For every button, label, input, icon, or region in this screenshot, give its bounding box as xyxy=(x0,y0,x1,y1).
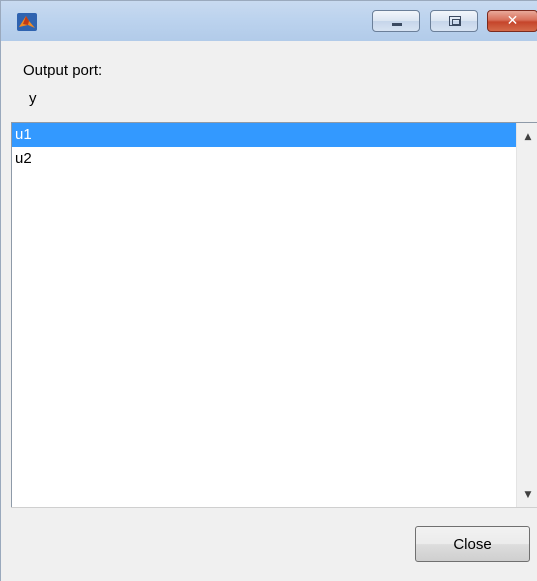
maximize-icon xyxy=(449,16,461,26)
list-item-u1[interactable]: u1 xyxy=(12,123,516,147)
maximize-button[interactable] xyxy=(430,10,478,32)
scroll-down-arrow-icon[interactable]: ▼ xyxy=(517,485,537,505)
output-port-value: y xyxy=(29,90,37,107)
dialog-window: ✕ Output port: y u1 u2 ▲ ▼ Close xyxy=(0,0,537,581)
close-window-button[interactable]: ✕ xyxy=(487,10,537,32)
port-listbox[interactable]: u1 u2 ▲ ▼ xyxy=(11,122,537,508)
footer-divider xyxy=(11,507,537,508)
close-button[interactable]: Close xyxy=(415,526,530,562)
vertical-scrollbar[interactable]: ▲ ▼ xyxy=(516,123,537,507)
scroll-up-arrow-icon[interactable]: ▲ xyxy=(517,127,537,147)
minimize-button[interactable] xyxy=(372,10,420,32)
list-items: u1 u2 xyxy=(12,123,516,507)
list-item-u2[interactable]: u2 xyxy=(12,147,516,171)
title-bar[interactable]: ✕ xyxy=(1,1,537,41)
matlab-icon xyxy=(17,13,37,31)
close-icon: ✕ xyxy=(506,13,519,29)
minimize-icon xyxy=(392,23,402,26)
output-port-label: Output port: xyxy=(23,62,103,79)
